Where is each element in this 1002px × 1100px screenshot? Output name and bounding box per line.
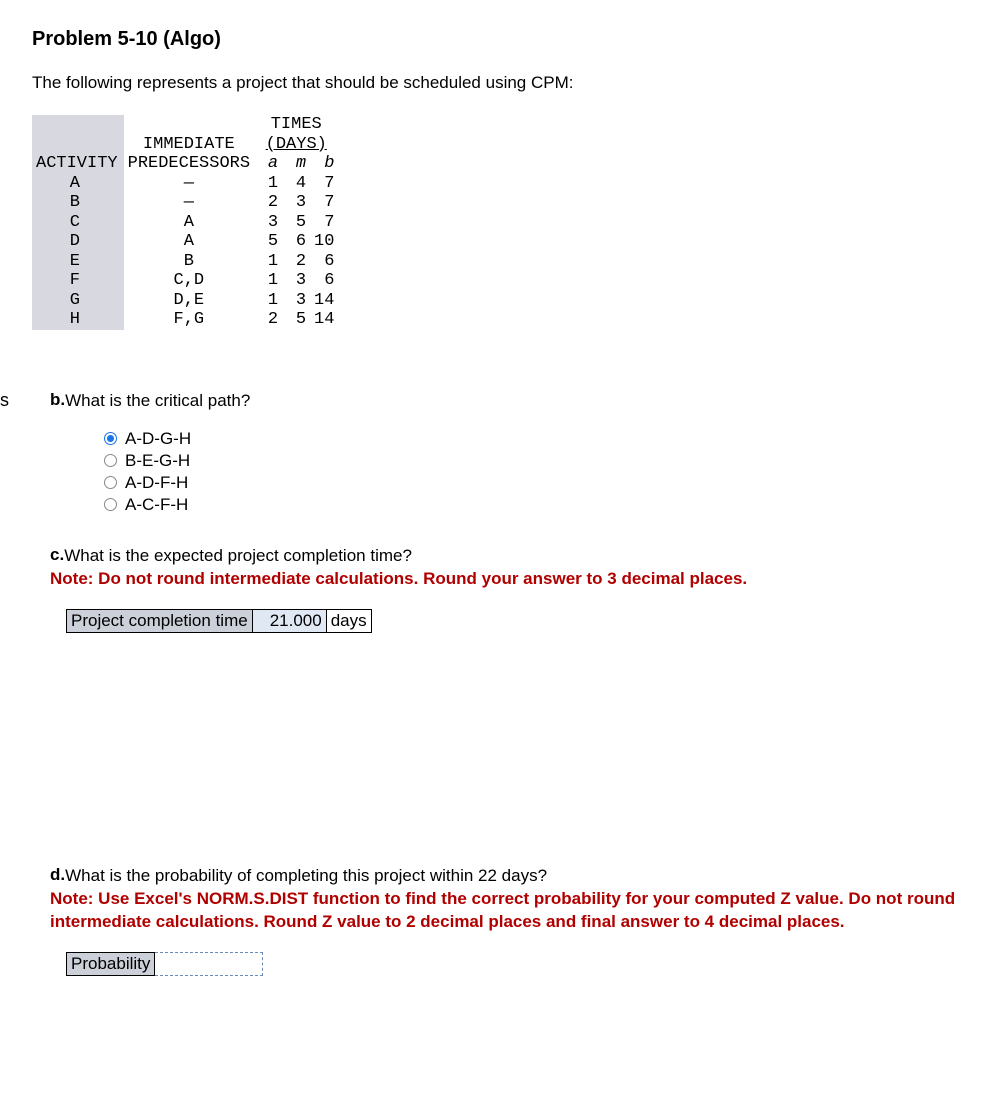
part-c-question: What is the expected project completion … (64, 546, 412, 565)
cell-activity: C (32, 213, 124, 233)
pc-label: Project completion time (67, 609, 253, 632)
table-row: CA357 (32, 213, 338, 233)
radio-label: A-D-G-H (125, 429, 191, 449)
cell-b: 7 (310, 213, 338, 233)
radio-label: A-C-F-H (125, 495, 188, 515)
th-a: a (254, 154, 282, 174)
cell-m: 4 (282, 174, 310, 194)
cell-activity: B (32, 193, 124, 213)
pc-value[interactable]: 21.000 (252, 609, 326, 632)
radio-label: B-E-G-H (125, 451, 190, 471)
cell-b: 6 (310, 252, 338, 272)
cpm-data-table: TIMES IMMEDIATE (DAYS) ACTIVITY PREDECES… (32, 115, 338, 330)
part-d-question: What is the probability of completing th… (65, 866, 547, 885)
cell-m: 3 (282, 193, 310, 213)
radio-icon[interactable] (104, 498, 117, 511)
cell-a: 2 (254, 193, 282, 213)
radio-icon[interactable] (104, 476, 117, 489)
part-b-question: What is the critical path? (65, 391, 250, 410)
cell-b: 14 (310, 291, 338, 311)
cell-a: 3 (254, 213, 282, 233)
pd-label: Probability (67, 952, 155, 975)
cell-a: 5 (254, 232, 282, 252)
part-c-label: c. (50, 545, 64, 565)
radio-label: A-D-F-H (125, 473, 188, 493)
radio-option[interactable]: B-E-G-H (104, 451, 970, 471)
table-row: FC,D136 (32, 271, 338, 291)
cell-activity: F (32, 271, 124, 291)
table-row: B—237 (32, 193, 338, 213)
cell-activity: A (32, 174, 124, 194)
cell-m: 5 (282, 213, 310, 233)
cell-a: 1 (254, 252, 282, 272)
th-predecessors: PREDECESSORS (124, 154, 254, 174)
cell-m: 3 (282, 271, 310, 291)
th-m: m (282, 154, 310, 174)
cell-b: 14 (310, 310, 338, 330)
cell-activity: G (32, 291, 124, 311)
cell-pred: — (124, 174, 254, 194)
cell-m: 3 (282, 291, 310, 311)
part-d-note: Note: Use Excel's NORM.S.DIST function t… (50, 889, 955, 931)
radio-option[interactable]: A-C-F-H (104, 495, 970, 515)
cell-a: 1 (254, 291, 282, 311)
radio-option[interactable]: A-D-G-H (104, 429, 970, 449)
radio-icon[interactable] (104, 432, 117, 445)
cell-a: 1 (254, 271, 282, 291)
cell-activity: H (32, 310, 124, 330)
cell-activity: D (32, 232, 124, 252)
cell-b: 7 (310, 174, 338, 194)
table-row: GD,E1314 (32, 291, 338, 311)
table-row: A—147 (32, 174, 338, 194)
cell-activity: E (32, 252, 124, 272)
part-c-answer-table: Project completion time 21.000 days (66, 609, 372, 633)
cell-m: 5 (282, 310, 310, 330)
table-row: HF,G2514 (32, 310, 338, 330)
intro-text: The following represents a project that … (32, 73, 970, 93)
radio-icon[interactable] (104, 454, 117, 467)
cell-pred: F,G (124, 310, 254, 330)
cell-m: 2 (282, 252, 310, 272)
margin-s: s (0, 390, 9, 411)
th-days: (DAYS) (254, 135, 338, 155)
cell-m: 6 (282, 232, 310, 252)
part-b-label: b. (50, 390, 65, 410)
th-immediate: IMMEDIATE (124, 135, 254, 155)
pc-unit: days (326, 609, 371, 632)
cell-b: 7 (310, 193, 338, 213)
problem-title: Problem 5-10 (Algo) (32, 28, 970, 51)
part-d-answer-table: Probability (66, 952, 263, 976)
cell-pred: A (124, 232, 254, 252)
cell-pred: A (124, 213, 254, 233)
cell-a: 1 (254, 174, 282, 194)
cell-b: 6 (310, 271, 338, 291)
th-activity: ACTIVITY (32, 154, 124, 174)
part-d-label: d. (50, 865, 65, 885)
cell-pred: — (124, 193, 254, 213)
cell-pred: B (124, 252, 254, 272)
table-row: EB126 (32, 252, 338, 272)
pd-value[interactable] (155, 952, 263, 975)
th-times: TIMES (254, 115, 338, 135)
cell-b: 10 (310, 232, 338, 252)
part-c-note: Note: Do not round intermediate calculat… (50, 569, 747, 588)
cell-pred: D,E (124, 291, 254, 311)
table-row: DA5610 (32, 232, 338, 252)
cell-a: 2 (254, 310, 282, 330)
cell-pred: C,D (124, 271, 254, 291)
th-b: b (310, 154, 338, 174)
radio-option[interactable]: A-D-F-H (104, 473, 970, 493)
